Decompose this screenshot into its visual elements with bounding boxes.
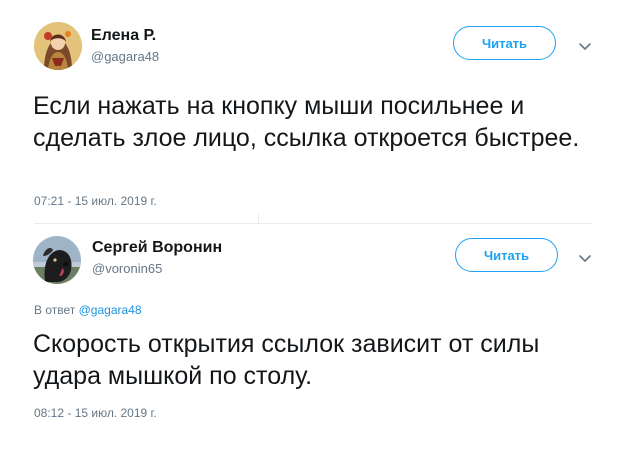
tweet-1: Елена Р. @gagara48 Читать Если нажать на…	[0, 0, 627, 224]
author-avatar[interactable]	[33, 236, 81, 284]
tweet-text: Если нажать на кнопку мыши посильнее и с…	[33, 92, 580, 152]
author-avatar[interactable]	[34, 22, 82, 70]
illustrated-woman-avatar-icon	[34, 22, 82, 70]
chevron-down-icon[interactable]	[575, 248, 595, 268]
reply-to-link[interactable]: @gagara48	[79, 303, 142, 317]
author-handle[interactable]: @voronin65	[92, 261, 162, 276]
chevron-down-icon[interactable]	[575, 36, 595, 56]
author-name[interactable]: Елена Р.	[91, 27, 156, 45]
follow-button[interactable]: Читать	[453, 26, 556, 60]
reply-prefix: В ответ	[34, 303, 76, 317]
tweet-timestamp[interactable]: 07:21 - 15 июл. 2019 г.	[34, 194, 157, 208]
follow-button[interactable]: Читать	[455, 238, 558, 272]
tweet-text: Скорость открытия ссылок зависит от силы…	[33, 330, 540, 390]
black-dog-avatar-icon	[33, 236, 81, 284]
author-handle[interactable]: @gagara48	[91, 49, 159, 64]
reply-context: В ответ @gagara48	[34, 303, 142, 317]
tweet-2: Сергей Воронин @voronin65 Читать В ответ…	[0, 224, 627, 451]
thread-connector	[258, 214, 259, 223]
tweet-timestamp[interactable]: 08:12 - 15 июл. 2019 г.	[34, 406, 157, 420]
author-name[interactable]: Сергей Воронин	[92, 239, 222, 257]
